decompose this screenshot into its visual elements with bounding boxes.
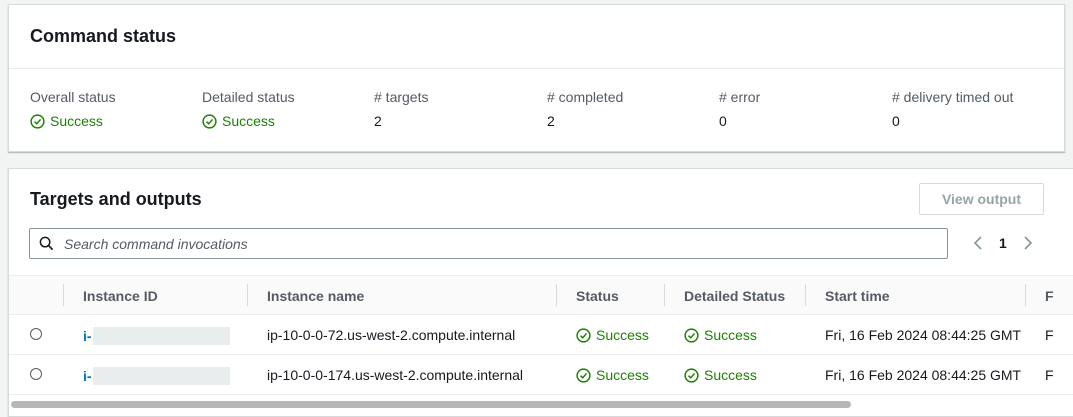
targets-title: Targets and outputs (30, 189, 202, 209)
stat-overall-status: Overall status Success (30, 89, 116, 132)
success-check-icon (30, 113, 45, 129)
instance-name: ip-10-0-0-174.us-west-2.compute.internal (267, 367, 524, 383)
success-check-icon (684, 327, 699, 343)
success-check-icon (576, 327, 591, 343)
success-check-icon (684, 367, 699, 383)
column-separator (247, 284, 248, 306)
column-status[interactable]: Status (576, 288, 619, 304)
column-separator (664, 284, 665, 306)
status-success: Success (30, 113, 103, 129)
redacted-id (92, 327, 230, 345)
stat-label: Detailed status (202, 89, 295, 105)
column-instance-id[interactable]: Instance ID (83, 288, 158, 304)
stat-value: 2 (547, 113, 555, 129)
stat-label: # targets (374, 89, 429, 105)
start-time: Fri, 16 Feb 2024 08:44:25 GMT (825, 367, 1022, 383)
status-cell: Success (576, 367, 649, 386)
table-row[interactable]: i- ip-10-0-0-174.us-west-2.compute.inter… (9, 355, 1073, 395)
status-text: Success (596, 367, 649, 383)
stat-value: 0 (719, 113, 727, 129)
stat-value: Success (50, 113, 103, 129)
stat-label: # delivery timed out (892, 89, 1014, 105)
success-check-icon (576, 367, 591, 383)
truncated-cell: F (1045, 367, 1054, 383)
search-icon (39, 236, 54, 251)
stat-targets: # targets 2 (374, 89, 428, 129)
stat-value: Success (222, 113, 275, 129)
row-select-radio[interactable] (30, 328, 42, 340)
stat-completed: # completed 2 (547, 89, 623, 129)
row-select-radio[interactable] (30, 368, 42, 380)
stat-label: # completed (547, 89, 624, 105)
stat-error: # error 0 (719, 89, 760, 129)
instance-id-prefix: i- (83, 368, 92, 384)
column-separator (1025, 284, 1026, 306)
stat-label: # error (719, 89, 761, 105)
status-text: Success (596, 327, 649, 343)
detailed-status-text: Success (704, 327, 757, 343)
pagination: 1 (971, 235, 1035, 251)
chevron-right-icon[interactable] (1021, 235, 1035, 251)
start-time: Fri, 16 Feb 2024 08:44:25 GMT (825, 327, 1022, 343)
detailed-status-cell: Success (684, 367, 757, 386)
stat-detailed-status: Detailed status Success (202, 89, 295, 132)
divider (9, 68, 1064, 69)
scrollbar-thumb[interactable] (11, 401, 851, 408)
column-separator (63, 284, 64, 306)
targets-table: Instance ID Instance name Status Detaile… (9, 275, 1073, 395)
search-box[interactable] (29, 228, 948, 259)
column-start-time[interactable]: Start time (825, 288, 890, 304)
stat-value: 2 (374, 113, 382, 129)
redacted-id (92, 367, 230, 385)
command-status-title: Command status (30, 26, 177, 46)
status-success: Success (202, 113, 275, 129)
column-truncated[interactable]: F (1045, 288, 1054, 304)
column-detailed-status[interactable]: Detailed Status (684, 288, 785, 304)
stat-label: Overall status (30, 89, 116, 105)
stat-delivery-timed-out: # delivery timed out 0 (892, 89, 1013, 129)
view-output-button[interactable]: View output (919, 183, 1044, 215)
targets-panel: Targets and outputs View output 1 Instan… (8, 168, 1073, 417)
detailed-status-text: Success (704, 367, 757, 383)
horizontal-scrollbar[interactable] (9, 399, 1073, 411)
table-header: Instance ID Instance name Status Detaile… (9, 275, 1073, 315)
instance-id-link[interactable]: i- (83, 367, 230, 385)
search-input[interactable] (62, 234, 926, 253)
column-instance-name[interactable]: Instance name (267, 288, 364, 304)
column-separator (805, 284, 806, 306)
command-status-panel: Command status Overall status Success De… (8, 4, 1065, 152)
success-check-icon (202, 113, 217, 129)
instance-id-link[interactable]: i- (83, 327, 230, 345)
truncated-cell: F (1045, 327, 1054, 343)
column-separator (556, 284, 557, 306)
status-cell: Success (576, 327, 649, 346)
instance-name: ip-10-0-0-72.us-west-2.compute.internal (267, 327, 516, 343)
stat-value: 0 (892, 113, 900, 129)
instance-id-prefix: i- (83, 328, 92, 344)
table-row[interactable]: i- ip-10-0-0-72.us-west-2.compute.intern… (9, 315, 1073, 355)
chevron-left-icon[interactable] (971, 235, 985, 251)
page-number[interactable]: 1 (999, 235, 1007, 251)
detailed-status-cell: Success (684, 327, 757, 346)
